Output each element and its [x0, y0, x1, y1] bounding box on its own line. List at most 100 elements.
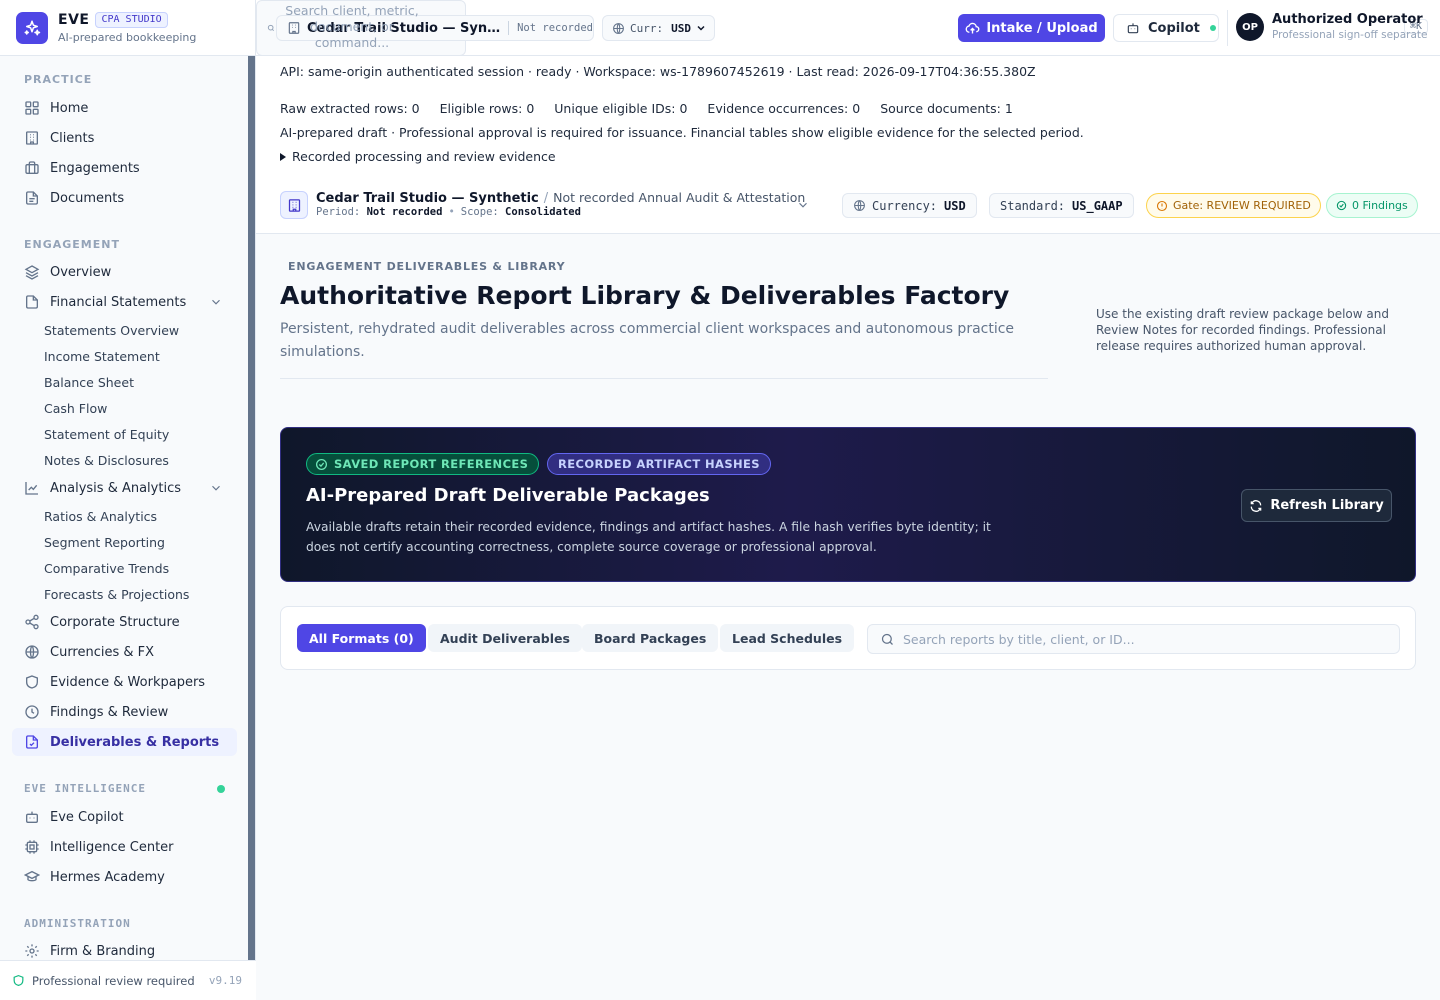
scope-value: Consolidated: [505, 206, 581, 218]
hero-title: AI-Prepared Draft Deliverable Packages: [306, 485, 710, 506]
sidebar-subitem-notes-disclosures[interactable]: Notes & Disclosures: [44, 453, 169, 468]
standard-label: Standard:: [1000, 198, 1066, 213]
check-circle-icon: [315, 458, 328, 470]
refresh-icon: [1251, 499, 1262, 512]
count-evidence: Evidence occurrences: 0: [707, 101, 861, 116]
sidebar-subitem-forecasts[interactable]: Forecasts & Projections: [44, 587, 189, 602]
tab-lead-schedules[interactable]: Lead Schedules: [720, 624, 855, 652]
clock-icon: [25, 705, 39, 719]
saved-references-badge: SAVED REPORT REFERENCES: [306, 453, 540, 475]
tab-board-packages[interactable]: Board Packages: [582, 624, 719, 652]
sidebar-subitem-cash-flow[interactable]: Cash Flow: [44, 401, 107, 416]
grid-icon: [25, 101, 39, 115]
bot-icon: [26, 811, 38, 823]
processing-details-toggle[interactable]: Recorded processing and review evidence: [280, 149, 556, 164]
divider: [1227, 10, 1228, 46]
sidebar-item-intelligence-center[interactable]: Intelligence Center: [12, 833, 237, 861]
deliverables-hero-card: SAVED REPORT REFERENCES RECORDED ARTIFAC…: [280, 427, 1416, 582]
engagement-name: Not recorded Annual Audit & Attestation: [553, 190, 806, 205]
sparkles-icon: [16, 11, 48, 44]
search-icon: [267, 24, 275, 32]
report-filter-bar: All Formats (0) Audit Deliverables Board…: [280, 606, 1416, 670]
divider: [508, 21, 510, 35]
sidebar: EVE CPA STUDIO AI-prepared bookkeeping P…: [0, 0, 256, 1000]
sidebar-item-label: Eve Copilot: [50, 809, 124, 825]
sidebar-item-evidence[interactable]: Evidence & Workpapers: [12, 668, 237, 696]
sidebar-subitem-income-statement[interactable]: Income Statement: [44, 349, 160, 364]
review-required-text: Professional review required: [32, 973, 195, 988]
gate-text: Gate: REVIEW REQUIRED: [1173, 199, 1311, 212]
chevron-down-icon: [697, 25, 705, 31]
intake-upload-button[interactable]: Intake / Upload: [958, 14, 1105, 42]
sidebar-subitem-ratios[interactable]: Ratios & Analytics: [44, 509, 157, 524]
sidebar-subitem-segment-reporting[interactable]: Segment Reporting: [44, 535, 165, 550]
findings-badge[interactable]: 0 Findings: [1326, 193, 1418, 218]
sidebar-subitem-statement-of-equity[interactable]: Statement of Equity: [44, 427, 169, 442]
review-side-note: Use the existing draft review package be…: [1096, 307, 1389, 353]
brand-name: EVE: [58, 11, 90, 28]
sidebar-item-clients[interactable]: Clients: [12, 124, 237, 152]
avatar[interactable]: OP: [1236, 13, 1264, 41]
currency-selector[interactable]: Curr: USD: [602, 15, 715, 41]
gate-status-badge: Gate: REVIEW REQUIRED: [1146, 193, 1321, 218]
chevron-down-icon[interactable]: [209, 481, 223, 495]
page-title: Authoritative Report Library & Deliverab…: [280, 281, 1010, 310]
sidebar-subitem-statements-overview[interactable]: Statements Overview: [44, 323, 179, 338]
draft-notice: AI-prepared draft · Professional approva…: [280, 125, 1084, 140]
sidebar-item-label: Clients: [50, 130, 95, 146]
details-label: Recorded processing and review evidence: [292, 149, 556, 164]
sidebar-item-currencies[interactable]: Currencies & FX: [12, 638, 237, 666]
sidebar-subitem-balance-sheet[interactable]: Balance Sheet: [44, 375, 134, 390]
sidebar-item-label: Overview: [50, 264, 112, 280]
disclosure-triangle-icon: [280, 152, 286, 161]
globe-icon: [613, 22, 624, 34]
copilot-button[interactable]: Copilot: [1113, 14, 1219, 42]
status-dot: [217, 785, 225, 793]
file-text-icon: [26, 295, 38, 309]
sidebar-subitem-comparative-trends[interactable]: Comparative Trends: [44, 561, 169, 576]
section-eve-intelligence: EVE INTELLIGENCE: [24, 782, 146, 795]
sidebar-item-engagements[interactable]: Engagements: [12, 154, 237, 182]
sidebar-item-overview[interactable]: Overview: [12, 258, 237, 286]
sidebar-item-eve-copilot[interactable]: Eve Copilot: [12, 803, 237, 831]
sidebar-item-corporate-structure[interactable]: Corporate Structure: [12, 608, 237, 636]
sidebar-scrollbar[interactable]: [248, 56, 255, 960]
top-bar: Cedar Trail Studio — Syn… Not recorded C…: [256, 0, 1440, 56]
sidebar-item-label: Evidence & Workpapers: [50, 674, 206, 690]
sidebar-item-hermes-academy[interactable]: Hermes Academy: [12, 863, 237, 891]
sidebar-nav: PRACTICE Home Clients Engagements Docume…: [0, 56, 248, 960]
evidence-counts: Raw extracted rows: 0 Eligible rows: 0 U…: [280, 101, 1029, 116]
report-search-input[interactable]: [903, 631, 1393, 647]
sidebar-item-label: Engagements: [50, 160, 140, 176]
file-check-icon: [26, 735, 38, 749]
currency-chip-value: USD: [944, 198, 966, 213]
shield-icon: [13, 974, 24, 986]
tab-audit-deliverables[interactable]: Audit Deliverables: [428, 624, 582, 652]
sidebar-item-home[interactable]: Home: [12, 94, 237, 122]
sidebar-item-documents[interactable]: Documents: [12, 184, 237, 212]
check-circle-icon: [1336, 200, 1347, 211]
sidebar-item-findings[interactable]: Findings & Review: [12, 698, 237, 726]
brand[interactable]: EVE CPA STUDIO AI-prepared bookkeeping: [0, 0, 255, 56]
count-unique-ids: Unique eligible IDs: 0: [554, 101, 688, 116]
sidebar-item-analysis[interactable]: Analysis & Analytics: [12, 474, 237, 502]
sidebar-item-firm-branding[interactable]: Firm & Branding: [12, 937, 237, 960]
page-subtitle: Persistent, rehydrated audit deliverable…: [280, 321, 1015, 360]
workspace-state: Not recorded: [517, 22, 593, 34]
sidebar-item-deliverables[interactable]: Deliverables & Reports: [12, 728, 237, 756]
graduation-cap-icon: [24, 870, 40, 882]
main-content: ENGAGEMENT DELIVERABLES & LIBRARY Author…: [256, 234, 1440, 1000]
chevron-down-icon[interactable]: [209, 295, 223, 309]
engagement-selector[interactable]: Cedar Trail Studio — Synthetic / Not recor…: [316, 190, 805, 206]
sidebar-item-financial-statements[interactable]: Financial Statements: [12, 288, 237, 316]
report-search[interactable]: [867, 624, 1400, 654]
refresh-library-button[interactable]: Refresh Library: [1241, 489, 1392, 522]
chevron-down-icon[interactable]: [796, 198, 810, 212]
sidebar-item-label: Corporate Structure: [50, 614, 180, 630]
refresh-library-label: Refresh Library: [1270, 498, 1384, 513]
engagement-context-bar: Cedar Trail Studio — Synthetic / Not recor…: [256, 180, 1440, 234]
count-source-docs: Source documents: 1: [880, 101, 1013, 116]
sidebar-item-label: Documents: [50, 190, 125, 206]
intake-upload-label: Intake / Upload: [986, 20, 1098, 36]
tab-all-formats[interactable]: All Formats (0): [297, 624, 426, 652]
